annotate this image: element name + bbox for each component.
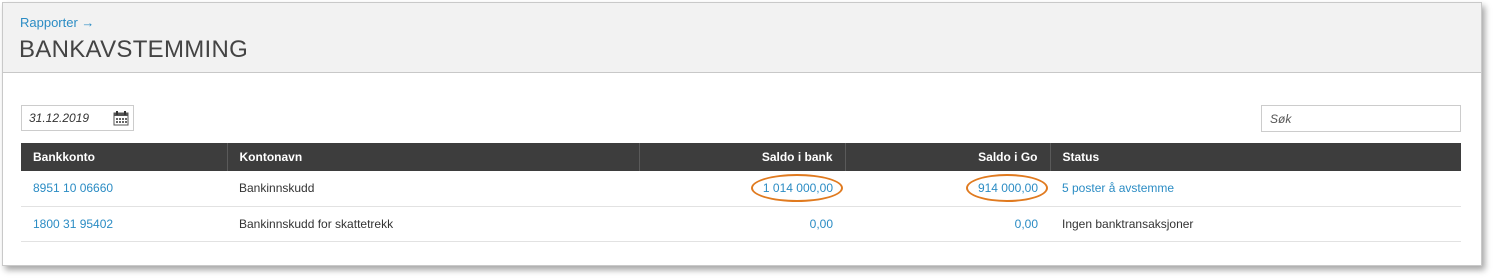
page-title: BANKAVSTEMMING (19, 36, 249, 63)
status-cell: 5 poster å avstemme (1050, 171, 1461, 206)
kontonavn-cell: Bankinnskudd for skattetrekk (239, 216, 394, 231)
bank-accounts-table: Bankkonto Kontonavn Saldo i bank Saldo i… (21, 143, 1461, 242)
saldo-bank-link[interactable]: 0,00 (810, 217, 833, 231)
bankkonto-cell: 1800 31 95402 (21, 206, 227, 241)
page-header: Rapporter → BANKAVSTEMMING (3, 3, 1481, 73)
status-link[interactable]: 5 poster å avstemme (1062, 181, 1174, 195)
table-row: 1800 31 95402 Bankinnskudd for skattetre… (21, 206, 1461, 241)
column-header-bankkonto[interactable]: Bankkonto (21, 143, 228, 171)
table-row: 8951 10 06660 Bankinnskudd 1 014 000,00 … (21, 171, 1461, 206)
saldo-go-cell: 0,00 (845, 206, 1050, 241)
status-text: Ingen banktransaksjoner (1062, 216, 1194, 231)
column-header-saldo-go[interactable]: Saldo i Go (845, 143, 1051, 171)
report-panel: Rapporter → BANKAVSTEMMING Bankkonto Kon… (2, 2, 1482, 266)
saldo-go-link[interactable]: 0,00 (1015, 217, 1038, 231)
column-header-kontonavn[interactable]: Kontonavn (227, 143, 640, 171)
date-picker[interactable] (21, 105, 134, 131)
column-header-saldo-bank[interactable]: Saldo i bank (639, 143, 846, 171)
breadcrumb-rapporter[interactable]: Rapporter → (20, 15, 94, 30)
date-input[interactable] (22, 106, 119, 130)
saldo-bank-link[interactable]: 1 014 000,00 (750, 174, 844, 203)
search-input[interactable] (1261, 105, 1461, 132)
saldo-go-cell: 914 000,00 (845, 171, 1050, 206)
kontonavn-cell: Bankinnskudd (239, 181, 315, 196)
bankkonto-cell: 8951 10 06660 (21, 171, 227, 206)
calendar-icon[interactable] (113, 110, 129, 126)
saldo-bank-cell: 1 014 000,00 (639, 171, 845, 206)
saldo-bank-cell: 0,00 (639, 206, 845, 241)
bankkonto-link[interactable]: 8951 10 06660 (33, 181, 113, 195)
table-header-row: Bankkonto Kontonavn Saldo i bank Saldo i… (21, 143, 1461, 171)
column-header-status[interactable]: Status (1050, 143, 1461, 171)
bankkonto-link[interactable]: 1800 31 95402 (33, 217, 113, 231)
saldo-go-link[interactable]: 914 000,00 (965, 174, 1049, 203)
